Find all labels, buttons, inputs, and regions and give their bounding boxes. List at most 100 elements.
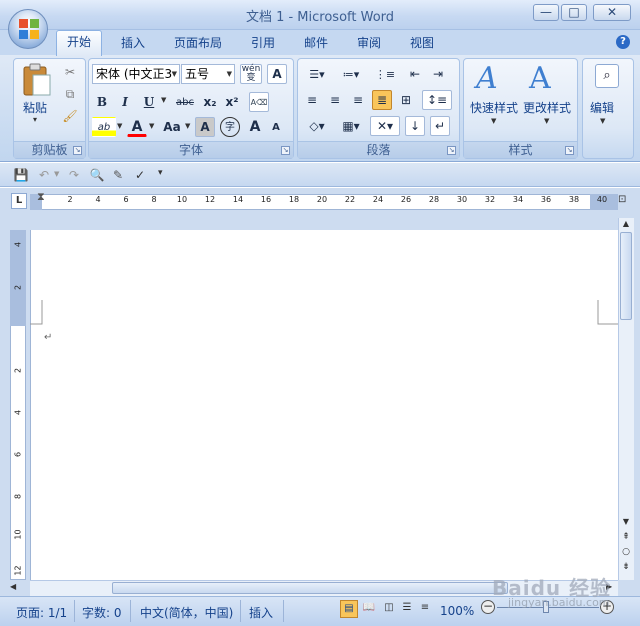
phonetic-guide-button[interactable]: wén 变	[240, 64, 262, 84]
tab-home[interactable]: 开始	[56, 30, 102, 56]
styles-launcher-icon[interactable]: ↘	[565, 146, 574, 155]
maximize-button[interactable]: □	[561, 4, 587, 21]
paragraph-title-text: 段落	[366, 143, 391, 157]
change-styles-button[interactable]: 更改样式	[523, 99, 571, 116]
save-icon[interactable]: 💾	[11, 165, 31, 185]
zoom-level[interactable]: 100%	[440, 604, 474, 618]
chevron-down-icon: ▼	[171, 70, 177, 78]
word-count[interactable]: 字数: 0	[82, 604, 122, 621]
highlight-button[interactable]: ab	[92, 117, 116, 137]
indent-marker-icon[interactable]: ⧗	[37, 190, 45, 204]
outline-icon[interactable]: ☰	[398, 600, 416, 618]
copy-icon[interactable]: ⧉	[60, 84, 80, 104]
font-color-dropdown-icon[interactable]: ▼	[149, 122, 154, 130]
align-left-icon[interactable]: ≡	[302, 90, 322, 110]
undo-icon[interactable]: ↶	[34, 165, 54, 185]
zoom-out-icon[interactable]: −	[481, 600, 495, 614]
print-preview-icon[interactable]: 🔍	[87, 165, 107, 185]
spelling-icon[interactable]: ✓	[130, 165, 150, 185]
document-page[interactable]	[30, 230, 618, 580]
tab-mailings[interactable]: 邮件	[304, 34, 328, 54]
tab-references[interactable]: 引用	[251, 34, 275, 54]
quick-styles-dropdown-icon[interactable]: ▼	[491, 117, 496, 125]
sort-icon[interactable]: ↓	[405, 116, 425, 136]
paste-button[interactable]: 粘贴	[23, 99, 47, 116]
clear-formatting-button[interactable]: A⌫	[249, 92, 269, 112]
next-page-icon[interactable]: ⇟	[620, 562, 632, 572]
font-launcher-icon[interactable]: ↘	[281, 146, 290, 155]
bullets-icon[interactable]: ☰▾	[302, 64, 332, 84]
justify-icon[interactable]: ≣	[372, 90, 392, 110]
highlight-dropdown-icon[interactable]: ▼	[117, 122, 122, 130]
italic-button[interactable]: I	[115, 92, 135, 112]
quick-styles-button[interactable]: 快速样式	[470, 99, 518, 116]
help-icon[interactable]: ?	[616, 35, 630, 49]
web-layout-icon[interactable]: ◫	[380, 600, 398, 618]
customize-qat-icon[interactable]: ▾	[158, 168, 163, 178]
format-painter-icon[interactable]: 🖌	[60, 106, 80, 126]
change-styles-dropdown-icon[interactable]: ▼	[544, 117, 549, 125]
ruler-number: 10	[176, 195, 188, 204]
vertical-scroll-thumb[interactable]	[620, 232, 632, 320]
tab-insert[interactable]: 插入	[121, 34, 145, 54]
page-count[interactable]: 页面: 1/1	[16, 604, 67, 621]
editing-dropdown-icon[interactable]: ▼	[600, 117, 605, 125]
distributed-icon[interactable]: ⊞	[396, 90, 416, 110]
insert-mode[interactable]: 插入	[249, 604, 273, 621]
show-marks-icon[interactable]: ↵	[430, 116, 450, 136]
superscript-button[interactable]: x²	[222, 92, 242, 112]
chinese-layout-icon[interactable]: ✕▾	[370, 116, 400, 136]
close-button[interactable]: ✕	[593, 4, 631, 21]
borders-icon[interactable]: ▦▾	[336, 116, 366, 136]
tab-selector[interactable]: L	[11, 193, 27, 209]
font-name-combo[interactable]: 宋体 (中文正3 ▼	[92, 64, 180, 84]
tab-view[interactable]: 视图	[410, 34, 434, 54]
grow-font-button[interactable]: A	[245, 117, 265, 137]
full-screen-reading-icon[interactable]: 📖	[360, 600, 378, 618]
scroll-down-icon[interactable]: ▼	[620, 517, 632, 526]
clipboard-launcher-icon[interactable]: ↘	[73, 146, 82, 155]
tab-review[interactable]: 审阅	[357, 34, 381, 54]
decrease-indent-icon[interactable]: ⇤	[405, 64, 425, 84]
character-shading-button[interactable]: A	[195, 117, 215, 137]
cut-icon[interactable]: ✂	[60, 62, 80, 82]
subscript-button[interactable]: x₂	[200, 92, 220, 112]
draft-icon[interactable]: ≡	[416, 600, 434, 618]
underline-dropdown-icon[interactable]: ▼	[161, 96, 166, 104]
change-case-dropdown-icon[interactable]: ▼	[185, 122, 190, 130]
strikethrough-button[interactable]: abc	[172, 92, 198, 112]
ruler-number: 22	[344, 195, 356, 204]
numbering-icon[interactable]: ≔▾	[336, 64, 366, 84]
paragraph-launcher-icon[interactable]: ↘	[447, 146, 456, 155]
paste-dropdown[interactable]: ▾	[33, 115, 37, 124]
underline-button[interactable]: U	[139, 92, 159, 112]
scroll-left-icon[interactable]: ◀	[10, 582, 16, 591]
character-border-button[interactable]: A	[267, 64, 287, 84]
editing-group[interactable]: ⌕ 编辑 ▼	[582, 58, 634, 159]
scroll-up-icon[interactable]: ▲	[620, 219, 632, 231]
align-center-icon[interactable]: ≡	[325, 90, 345, 110]
horizontal-scroll-thumb[interactable]	[112, 582, 508, 594]
minimize-button[interactable]: —	[533, 4, 559, 21]
shading-icon[interactable]: ◇▾	[302, 116, 332, 136]
redo-icon[interactable]: ↷	[64, 165, 84, 185]
language[interactable]: 中文(简体，中国)	[140, 604, 233, 621]
previous-page-icon[interactable]: ⇞	[620, 532, 632, 542]
new-doc-icon[interactable]: ✎	[108, 165, 128, 185]
multilevel-list-icon[interactable]: ⋮≡	[370, 64, 400, 84]
enclose-characters-button[interactable]: 字	[220, 117, 240, 137]
select-browse-object-icon[interactable]: ○	[620, 547, 632, 557]
change-case-button[interactable]: Aa	[159, 117, 185, 137]
print-layout-icon[interactable]: ▤	[340, 600, 358, 618]
undo-dropdown-icon[interactable]: ▼	[54, 170, 59, 178]
shrink-font-button[interactable]: A	[266, 117, 286, 137]
office-button[interactable]	[8, 9, 48, 49]
align-right-icon[interactable]: ≡	[348, 90, 368, 110]
view-ruler-icon[interactable]: ⊡	[618, 194, 632, 210]
bold-button[interactable]: B	[92, 92, 112, 112]
line-spacing-icon[interactable]: ↕≡	[422, 90, 452, 110]
increase-indent-icon[interactable]: ⇥	[428, 64, 448, 84]
font-size-combo[interactable]: 五号 ▼	[181, 64, 235, 84]
font-color-button[interactable]: A	[127, 117, 147, 137]
tab-page-layout[interactable]: 页面布局	[174, 34, 222, 54]
